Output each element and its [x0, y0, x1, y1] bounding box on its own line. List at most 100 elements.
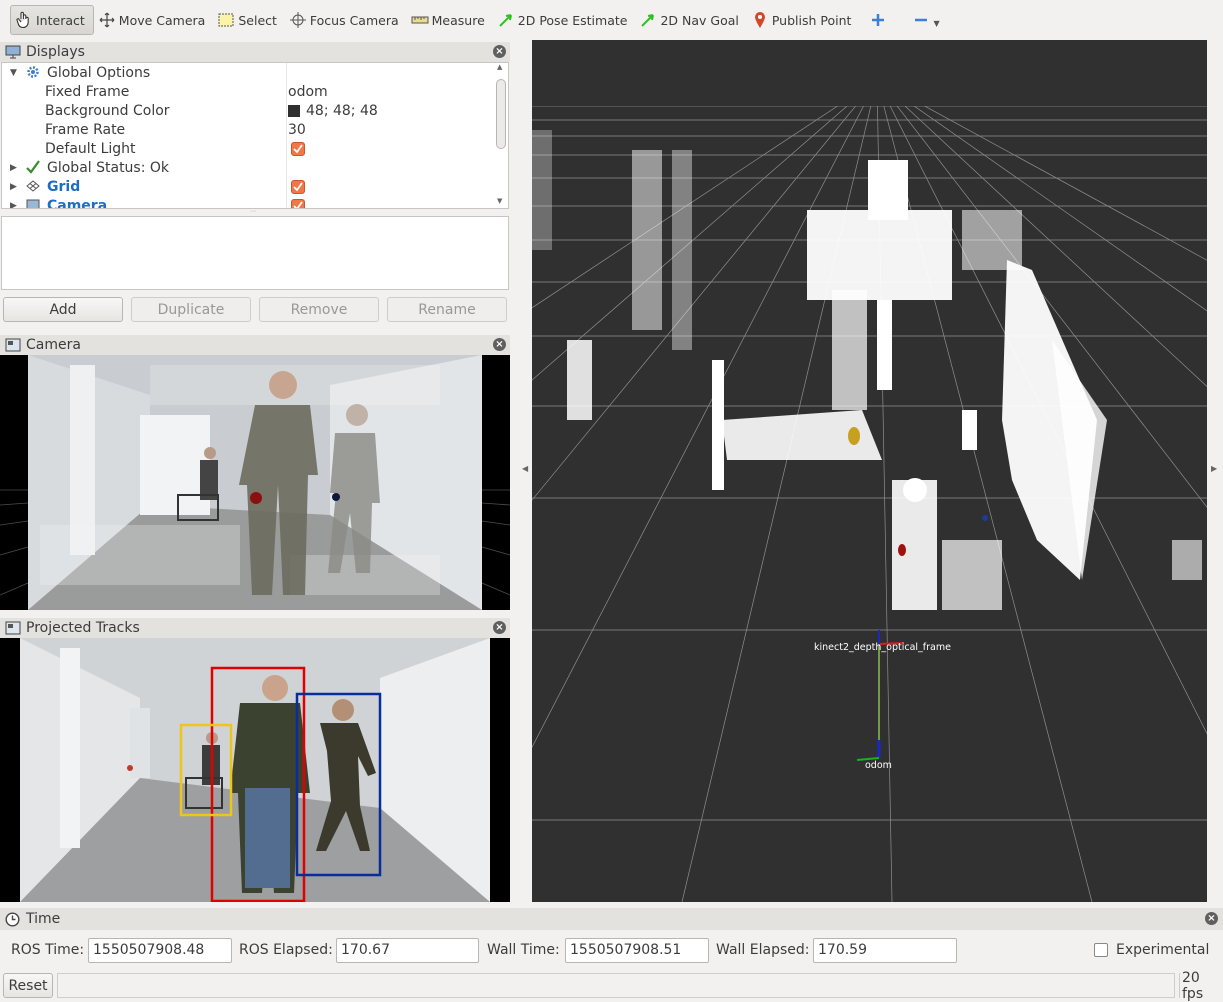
map-pin-icon — [751, 11, 769, 29]
expand-arrow-icon[interactable]: ▶ — [10, 182, 20, 192]
background-color-value[interactable]: 48; 48; 48 — [288, 103, 378, 119]
hand-cursor-icon — [15, 11, 33, 29]
tree-row-global-status[interactable]: ▶ Global Status: Ok — [2, 158, 496, 177]
left-splitter[interactable]: ◀ — [512, 40, 532, 902]
tree-row-grid[interactable]: ▶ Grid — [2, 177, 496, 196]
checkmark-icon — [291, 198, 305, 208]
crosshair-icon — [289, 11, 307, 29]
tree-item-label: Camera — [47, 197, 108, 209]
experimental-label: Experimental — [1116, 942, 1210, 958]
tree-row-default-light[interactable]: Default Light — [2, 139, 496, 158]
collapse-left-icon[interactable]: ◀ — [522, 464, 528, 473]
experimental-checkbox[interactable] — [1094, 943, 1108, 957]
check-icon — [25, 159, 41, 179]
ros-time-field[interactable]: 1550507908.48 — [88, 937, 232, 963]
frame-rate-value[interactable]: 30 — [288, 122, 306, 138]
displays-scrollbar[interactable]: ▲ ▼ — [496, 63, 506, 207]
projected-tracks-title: Projected Tracks — [26, 620, 140, 636]
ruler-icon — [411, 11, 429, 29]
expand-arrow-icon[interactable]: ▶ — [10, 201, 20, 209]
close-icon[interactable]: × — [493, 338, 506, 351]
right-splitter[interactable]: ▶ — [1207, 40, 1223, 902]
checkmark-icon — [291, 141, 305, 156]
3d-render-view[interactable]: kinect2_depth_optical_frame odom — [532, 40, 1207, 902]
camera-enabled-checkbox[interactable] — [291, 198, 305, 208]
default-light-checkbox[interactable] — [291, 141, 305, 156]
collapse-right-icon[interactable]: ▶ — [1211, 464, 1217, 473]
green-arrow-icon — [639, 11, 657, 29]
tree-item-label: Global Options — [47, 64, 151, 81]
tree-item-label: Fixed Frame — [45, 83, 130, 100]
close-icon[interactable]: × — [493, 621, 506, 634]
focus-camera-tool-button[interactable]: Focus Camera — [285, 5, 407, 35]
add-button[interactable]: Add — [3, 297, 123, 322]
camera-image-view[interactable] — [0, 355, 510, 610]
scrollbar-thumb[interactable] — [496, 79, 506, 149]
reset-button[interactable]: Reset — [3, 973, 53, 998]
track-marker-red — [898, 544, 906, 556]
select-box-icon — [217, 11, 235, 29]
rename-button[interactable]: Rename — [387, 297, 507, 322]
wall-time-label: Wall Time: — [487, 942, 560, 958]
track-marker-yellow — [848, 427, 860, 445]
wall-time-field[interactable]: 1550507908.51 — [565, 937, 709, 963]
fixed-frame-value[interactable]: odom — [288, 84, 328, 100]
focus-camera-label: Focus Camera — [309, 12, 399, 28]
track-marker-blue — [982, 515, 988, 521]
duplicate-button[interactable]: Duplicate — [131, 297, 251, 322]
remove-tool-menu-button[interactable]: ▼ — [908, 5, 947, 35]
ros-elapsed-label: ROS Elapsed: — [239, 942, 333, 958]
measure-tool-button[interactable]: Measure — [407, 5, 493, 35]
gear-icon — [26, 65, 40, 83]
color-swatch — [288, 104, 300, 117]
tracks-image — [0, 638, 510, 902]
tree-row-background-color[interactable]: Background Color 48; 48; 48 — [2, 101, 496, 120]
scroll-up-icon[interactable]: ▲ — [497, 63, 502, 71]
scroll-down-icon[interactable]: ▼ — [497, 197, 502, 205]
green-arrow-icon — [497, 11, 515, 29]
projected-tracks-image-view[interactable] — [0, 638, 510, 902]
tree-row-global-options[interactable]: ▼ Global Options — [2, 63, 496, 82]
image-display-icon — [5, 621, 21, 635]
ros-elapsed-field[interactable]: 170.67 — [336, 937, 479, 963]
select-label: Select — [238, 12, 277, 28]
2d-nav-goal-tool-button[interactable]: 2D Nav Goal — [635, 5, 746, 35]
publish-point-label: Publish Point — [771, 12, 852, 28]
splitter-handle[interactable]: ⋯ — [250, 209, 260, 215]
add-tool-button[interactable] — [865, 5, 898, 35]
tree-item-label: Default Light — [45, 140, 136, 157]
frame-label: kinect2_depth_optical_frame — [814, 642, 951, 653]
tree-row-camera[interactable]: ▶ Camera — [2, 196, 496, 209]
grid-enabled-checkbox[interactable] — [291, 179, 305, 194]
projected-tracks-panel-title: Projected Tracks × — [0, 618, 510, 638]
3d-scene: kinect2_depth_optical_frame odom — [532, 40, 1207, 902]
tree-row-fixed-frame[interactable]: Fixed Frame odom — [2, 82, 496, 101]
interact-label: Interact — [36, 12, 85, 28]
2d-pose-estimate-tool-button[interactable]: 2D Pose Estimate — [493, 5, 636, 35]
displays-tree: ▼ Global Options Fixed Frame odom Backgr… — [1, 62, 509, 209]
ros-time-label: ROS Time: — [11, 942, 85, 958]
tree-row-frame-rate[interactable]: Frame Rate 30 — [2, 120, 496, 139]
remove-button[interactable]: Remove — [259, 297, 379, 322]
interact-tool-button[interactable]: Interact — [10, 5, 94, 35]
select-tool-button[interactable]: Select — [213, 5, 285, 35]
move-camera-tool-button[interactable]: Move Camera — [94, 5, 214, 35]
grid-icon — [26, 180, 40, 196]
wall-elapsed-field[interactable]: 170.59 — [813, 937, 957, 963]
fps-readout: 20 fps — [1179, 970, 1221, 1002]
main-toolbar: Interact Move Camera Select Focus Camera… — [0, 0, 1223, 40]
close-icon[interactable]: × — [1205, 912, 1218, 925]
tree-item-label: Background Color — [45, 102, 170, 119]
2d-pose-estimate-label: 2D Pose Estimate — [517, 12, 628, 28]
status-bar: Reset 20 fps — [0, 970, 1223, 1002]
minus-icon — [912, 11, 930, 29]
status-message-area — [57, 973, 1175, 998]
expand-arrow-icon[interactable]: ▶ — [10, 163, 20, 173]
publish-point-tool-button[interactable]: Publish Point — [747, 5, 860, 35]
close-icon[interactable]: × — [493, 45, 506, 58]
expand-arrow-icon[interactable]: ▼ — [10, 68, 20, 78]
tree-item-label: Frame Rate — [45, 121, 126, 138]
tree-item-label: Grid — [47, 178, 81, 195]
measure-label: Measure — [431, 12, 485, 28]
camera-panel-title: Camera × — [0, 335, 510, 355]
